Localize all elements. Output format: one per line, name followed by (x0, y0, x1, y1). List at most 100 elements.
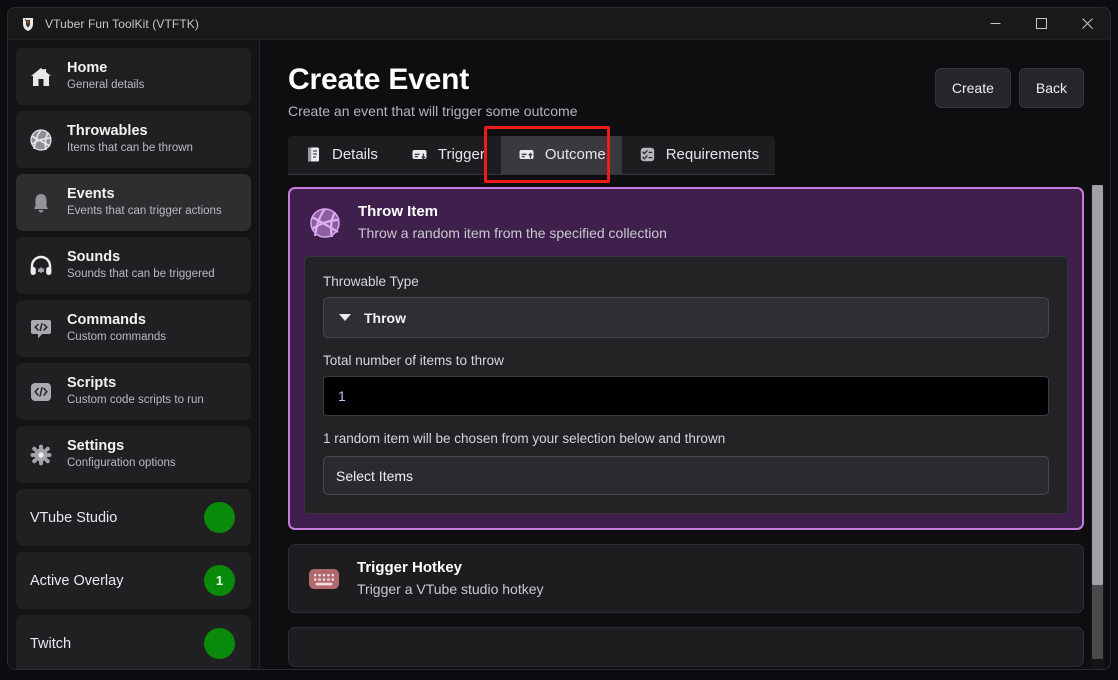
status-badge (204, 628, 235, 659)
status-badge: 1 (204, 565, 235, 596)
total-items-label: Total number of items to throw (323, 353, 504, 368)
sidebar-item-subtitle: Events that can trigger actions (67, 205, 222, 217)
status-label: VTube Studio (30, 509, 118, 526)
form-spacer (323, 338, 1049, 352)
sidebar-item-subtitle: Items that can be thrown (67, 142, 193, 154)
code-chat-icon (26, 314, 56, 344)
throwable-type-label: Throwable Type (323, 274, 419, 289)
sidebar-item-throwables[interactable]: Throwables Items that can be thrown (16, 111, 251, 168)
tab-trigger[interactable]: Trigger (394, 136, 501, 174)
document-icon (304, 145, 323, 164)
inbox-up-icon (517, 145, 536, 164)
tab-requirements[interactable]: Requirements (622, 136, 775, 174)
ball-icon (306, 204, 344, 242)
sidebar-item-title: Commands (67, 312, 146, 328)
throwable-type-select[interactable]: Throw (323, 297, 1049, 338)
title-bar-left: VTuber Fun ToolKit (VTFTK) (8, 16, 199, 32)
create-button[interactable]: Create (934, 68, 1011, 108)
select-items-button[interactable]: Select Items (323, 456, 1049, 495)
main-panel: Create Event Create an event that will t… (260, 40, 1110, 669)
sidebar-item-sounds-text: Sounds Sounds that can be triggered (67, 249, 215, 282)
tab-list: Details Trigger Outcome Requirements (288, 136, 776, 175)
sidebar-item-commands[interactable]: Commands Custom commands (16, 300, 251, 357)
status-item-vtube-studio[interactable]: VTube Studio (16, 489, 251, 546)
sidebar-item-title: Settings (67, 438, 125, 454)
window-controls (972, 8, 1110, 40)
sidebar-item-home-text: Home General details (67, 60, 144, 93)
chevron-down-icon (339, 314, 351, 321)
outcomes-scrollbar[interactable] (1091, 185, 1104, 669)
scrollbar-track-remainder[interactable] (1092, 585, 1103, 659)
page-header: Create Event Create an event that will t… (288, 62, 1110, 120)
sidebar-item-title: Sounds (67, 249, 121, 265)
outcome-card-description: Throw a random item from the specified c… (358, 225, 667, 241)
sidebar-item-events[interactable]: Events Events that can trigger actions (16, 174, 251, 231)
inbox-down-icon (410, 145, 429, 164)
throw-item-form: Throwable Type Throw Total number of ite… (304, 256, 1068, 514)
status-badge (204, 502, 235, 533)
window-title: VTuber Fun ToolKit (VTFTK) (45, 16, 199, 31)
status-item-active-overlay[interactable]: Active Overlay 1 (16, 552, 251, 609)
outcome-card-header: Trigger Hotkey Trigger a VTube studio ho… (289, 545, 1083, 612)
close-icon[interactable] (1064, 8, 1110, 40)
outcome-card-title: Trigger Hotkey (357, 559, 463, 576)
tab-outcome[interactable]: Outcome (500, 136, 622, 174)
sidebar-item-title: Events (67, 186, 115, 202)
headphones-icon (26, 251, 56, 281)
sidebar-item-events-text: Events Events that can trigger actions (67, 186, 222, 219)
sidebar-item-title: Scripts (67, 375, 117, 391)
minimize-icon[interactable] (972, 8, 1018, 40)
total-items-input[interactable]: 1 (323, 376, 1049, 416)
tabs-container: Details Trigger Outcome Requirements (288, 126, 1110, 183)
app-window: VTuber Fun ToolKit (VTFTK) Home General … (7, 7, 1111, 670)
sidebar-item-title: Throwables (67, 123, 148, 139)
sidebar-item-scripts-text: Scripts Custom code scripts to run (67, 375, 204, 408)
window-body: Home General details Throwables Items th… (8, 40, 1110, 669)
tab-label: Details (332, 146, 378, 163)
outcome-card-titles: Throw Item Throw a random item from the … (358, 203, 667, 242)
vtftk-logo-icon (20, 16, 36, 32)
sidebar: Home General details Throwables Items th… (8, 40, 260, 669)
keyboard-icon (305, 560, 343, 598)
tab-label: Trigger (437, 146, 485, 163)
page-title: Create Event (288, 63, 470, 96)
outcome-card-throw-item[interactable]: Throw Item Throw a random item from the … (288, 187, 1084, 530)
sidebar-item-throwables-text: Throwables Items that can be thrown (67, 123, 193, 156)
page-header-texts: Create Event Create an event that will t… (288, 62, 935, 120)
sidebar-item-subtitle: Custom code scripts to run (67, 394, 204, 406)
title-bar: VTuber Fun ToolKit (VTFTK) (8, 8, 1110, 40)
bell-icon (26, 188, 56, 218)
code-icon (26, 377, 56, 407)
home-icon (26, 62, 56, 92)
outcome-card-trigger-hotkey[interactable]: Trigger Hotkey Trigger a VTube studio ho… (288, 544, 1084, 613)
back-button[interactable]: Back (1018, 68, 1084, 108)
status-label: Twitch (30, 635, 72, 652)
gear-icon (26, 440, 56, 470)
outcome-card-list: Throw Item Throw a random item from the … (288, 175, 1084, 667)
checklist-icon (638, 145, 657, 164)
maximize-icon[interactable] (1018, 8, 1064, 40)
tab-details[interactable]: Details (288, 136, 394, 174)
sidebar-item-sounds[interactable]: Sounds Sounds that can be triggered (16, 237, 251, 294)
outcome-card-title: Throw Item (358, 203, 439, 220)
scrollbar-thumb[interactable] (1092, 185, 1103, 585)
status-item-twitch[interactable]: Twitch (16, 615, 251, 669)
sidebar-item-scripts[interactable]: Scripts Custom code scripts to run (16, 363, 251, 420)
throwable-type-value: Throw (364, 309, 406, 326)
outcomes-scroll-region: Throw Item Throw a random item from the … (288, 175, 1110, 669)
throw-helper-text: 1 random item will be chosen from your s… (323, 431, 726, 446)
tab-label: Requirements (665, 146, 760, 163)
outcome-card-titles: Trigger Hotkey Trigger a VTube studio ho… (357, 559, 544, 598)
sidebar-item-settings-text: Settings Configuration options (67, 438, 176, 471)
sidebar-item-settings[interactable]: Settings Configuration options (16, 426, 251, 483)
ball-icon (26, 125, 56, 155)
outcome-card-partial[interactable] (288, 627, 1084, 667)
status-label: Active Overlay (30, 572, 124, 589)
sidebar-item-subtitle: Sounds that can be triggered (67, 268, 215, 280)
sidebar-item-title: Home (67, 60, 108, 76)
sidebar-item-subtitle: Custom commands (67, 331, 167, 343)
page-subtitle: Create an event that will trigger some o… (288, 103, 578, 119)
outcome-card-header: Throw Item Throw a random item from the … (290, 189, 1082, 256)
sidebar-item-home[interactable]: Home General details (16, 48, 251, 105)
page-actions: Create Back (934, 62, 1084, 108)
